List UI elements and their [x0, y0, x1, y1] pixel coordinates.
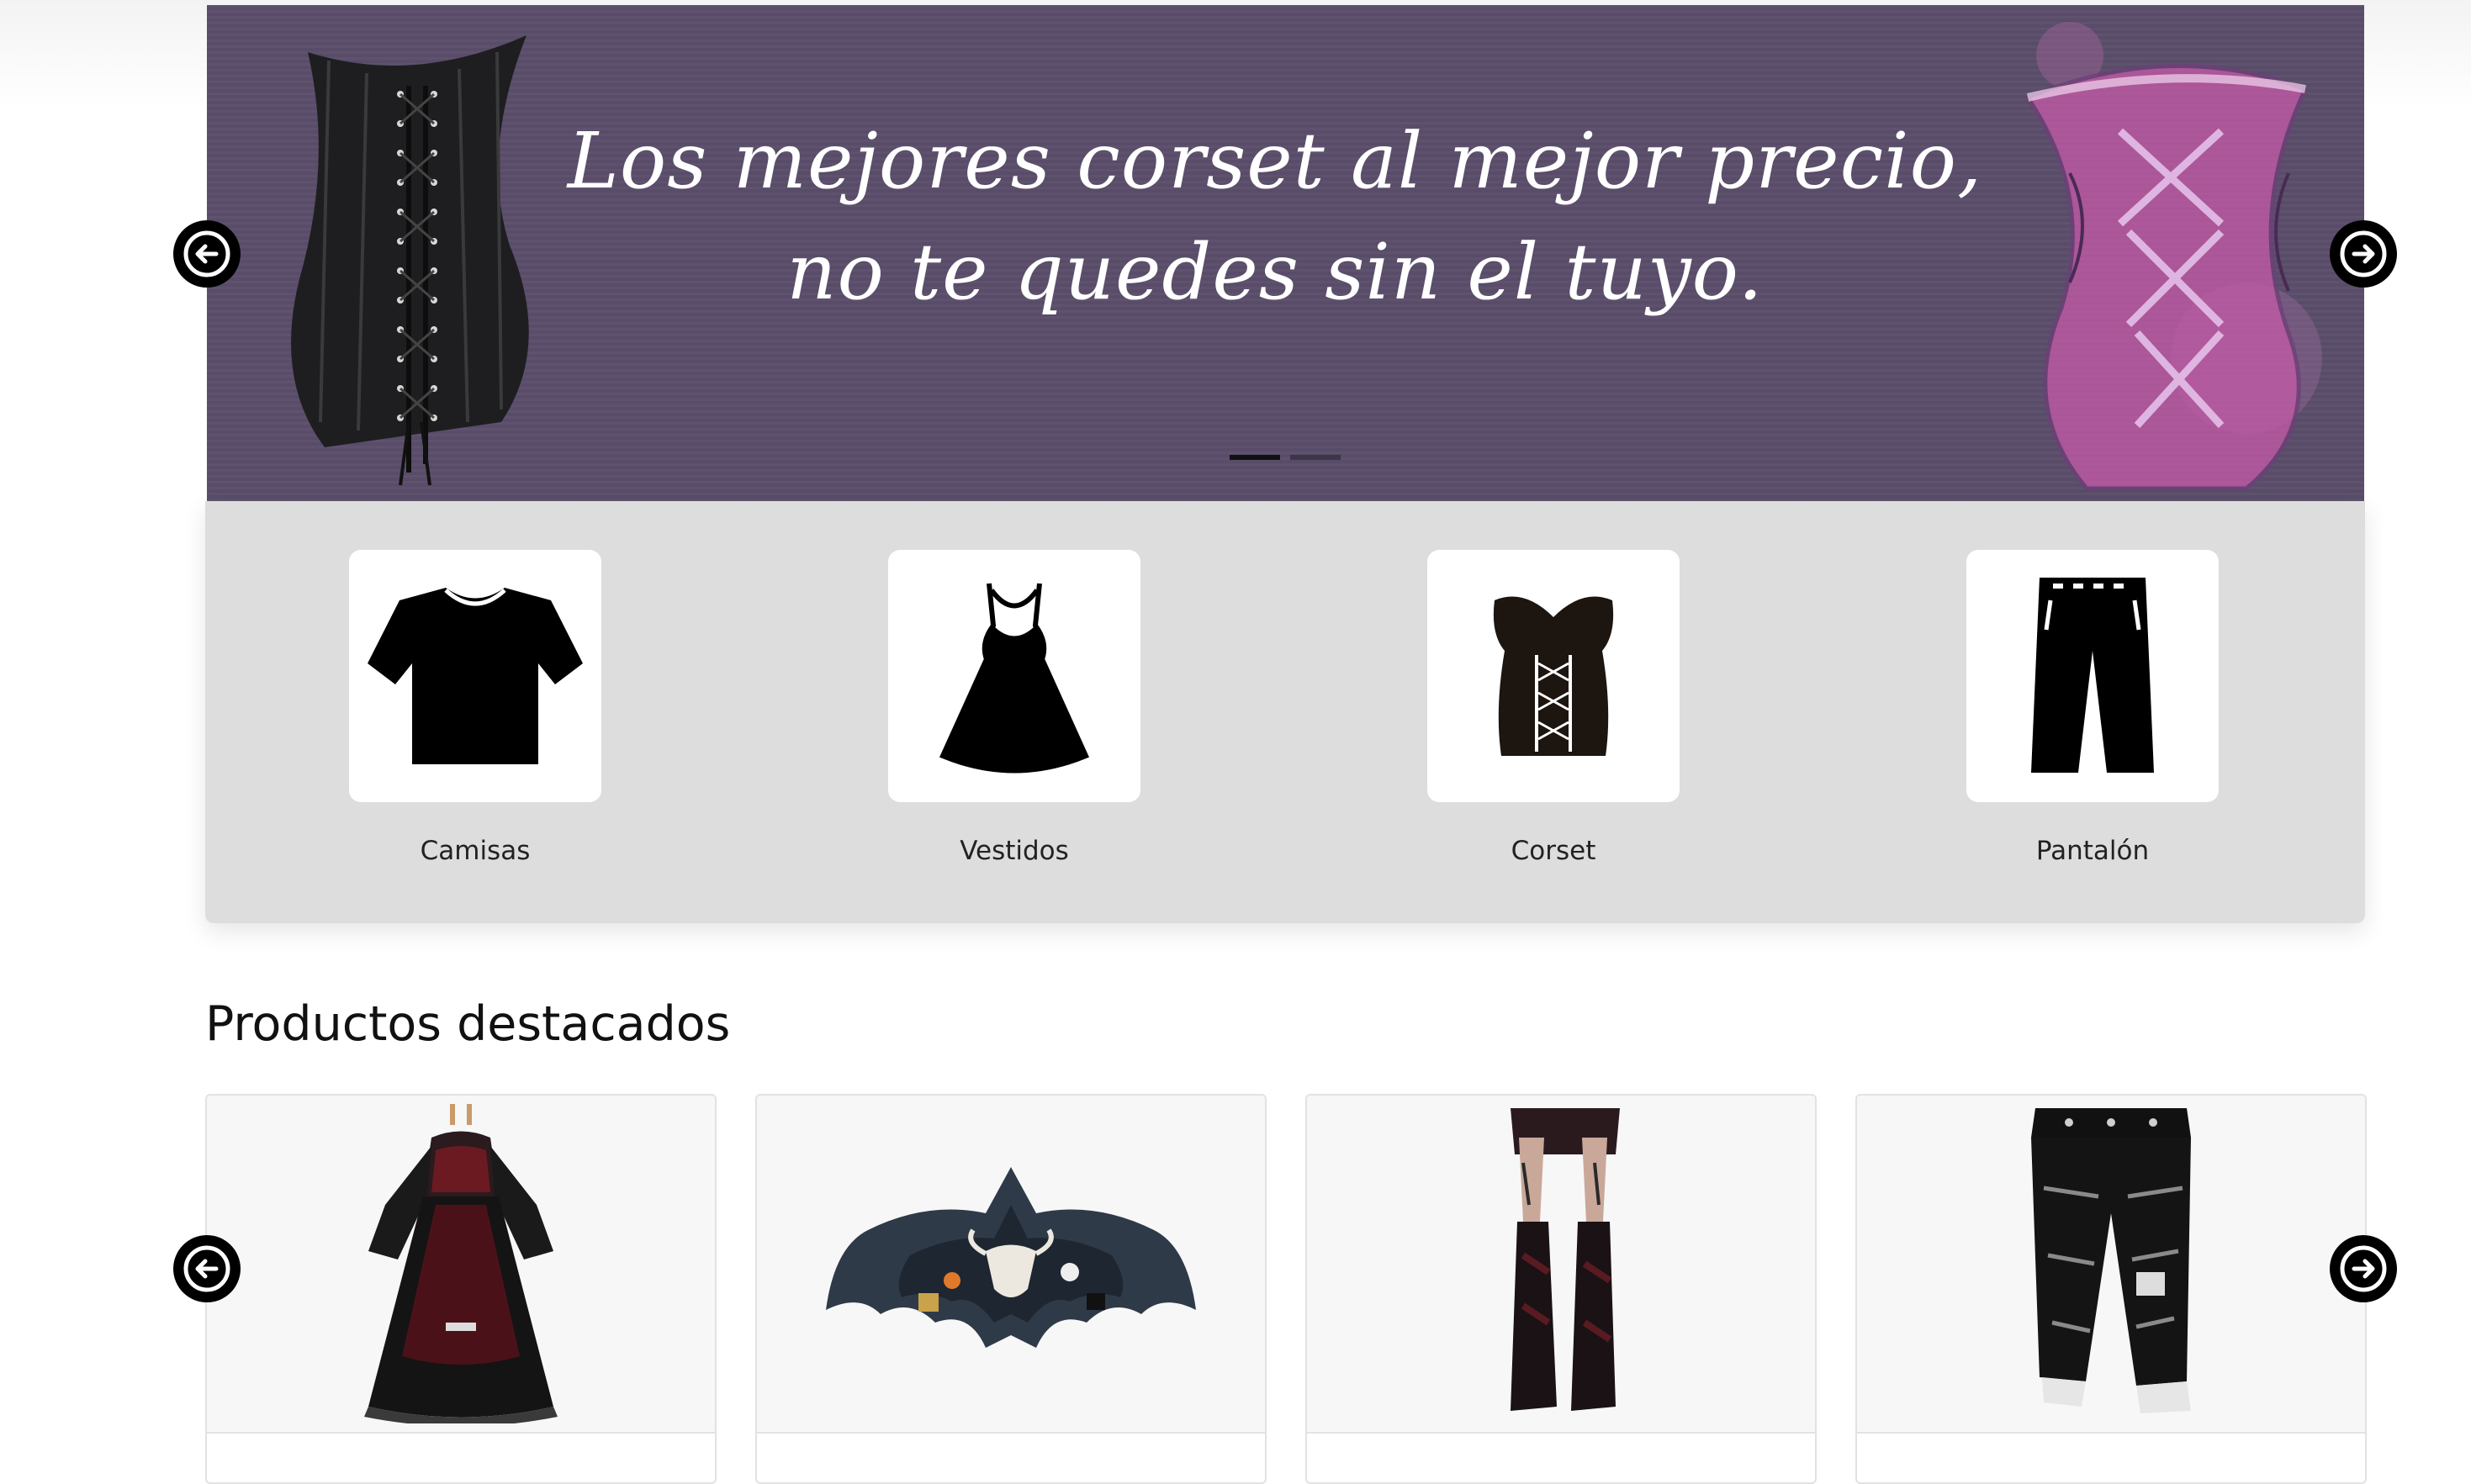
arrow-right-circle-icon [2340, 1245, 2387, 1292]
carousel-indicators [1230, 455, 1341, 460]
category-label: Pantalón [2035, 836, 2150, 866]
bat-shelf-image [826, 1167, 1196, 1348]
slide-indicator-2[interactable] [1290, 455, 1341, 460]
arrow-right-circle-icon [2340, 230, 2387, 277]
corset-black-image [291, 35, 529, 486]
product-image [757, 1096, 1265, 1434]
featured-section-title: Productos destacados [205, 996, 731, 1052]
category-label: Camisas [420, 836, 531, 866]
slide-indicator-1[interactable] [1230, 455, 1280, 460]
hero-banner: Los mejores corset al mejor precio, no t… [207, 5, 2364, 501]
category-panel: Camisas Vestidos Corset Pantalón [205, 501, 2365, 923]
banner-slogan: Los mejores corset al mejor precio, no t… [567, 116, 1983, 317]
arrow-left-circle-icon [183, 1245, 230, 1292]
corset-icon [1493, 596, 1614, 756]
product-card[interactable] [1855, 1094, 2367, 1484]
product-card[interactable] [205, 1094, 717, 1484]
category-tile[interactable] [349, 550, 601, 802]
gothic-leg-warmers-image [1511, 1108, 1620, 1411]
shirt-icon [368, 588, 583, 764]
banner-prev-button[interactable] [173, 220, 241, 288]
category-label: Vestidos [960, 836, 1069, 866]
products-next-button[interactable] [2330, 1235, 2397, 1302]
category-tile[interactable] [1427, 550, 1680, 802]
pants-icon [2031, 578, 2154, 773]
product-image [1307, 1096, 1815, 1434]
category-camisas[interactable]: Camisas [349, 550, 601, 866]
category-pantalon[interactable]: Pantalón [1966, 550, 2219, 866]
category-label: Corset [1511, 836, 1596, 866]
products-prev-button[interactable] [173, 1235, 241, 1302]
banner-next-button[interactable] [2330, 220, 2397, 288]
category-corset[interactable]: Corset [1427, 550, 1680, 866]
product-card[interactable] [755, 1094, 1267, 1484]
category-tile[interactable] [888, 550, 1140, 802]
gothic-dress-image [364, 1104, 558, 1423]
dress-icon [939, 583, 1090, 774]
product-image [207, 1096, 715, 1434]
product-image [1857, 1096, 2365, 1434]
arrow-left-circle-icon [183, 230, 230, 277]
category-tile[interactable] [1966, 550, 2219, 802]
product-card[interactable] [1305, 1094, 1817, 1484]
corset-pink-illustration [2024, 22, 2322, 491]
gothic-pants-image [2031, 1108, 2191, 1413]
category-vestidos[interactable]: Vestidos [888, 550, 1140, 866]
